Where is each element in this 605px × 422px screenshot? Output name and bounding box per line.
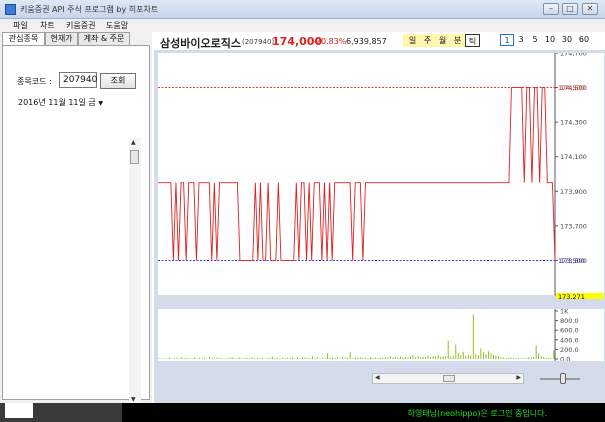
- close-icon: ✕: [586, 4, 594, 13]
- period-tick-button[interactable]: 틱: [465, 34, 480, 47]
- zoom-slider[interactable]: [540, 373, 580, 384]
- login-status-text: 하영태님(neohippo)은 로그인 중입니다.: [407, 409, 547, 418]
- minimize-icon: –: [549, 4, 553, 13]
- price-chart[interactable]: 174,700 174,500 174,300 174,100 173,900 173,7…: [158, 53, 604, 299]
- menu-help[interactable]: 도움말: [106, 20, 128, 31]
- chart-area: 삼성바이오로직스 (207940) 174,000 -20.83% 6,939,…: [152, 32, 605, 403]
- upper-level-label: 174,500: [558, 84, 585, 92]
- volume-tick-label: 1K: [560, 309, 569, 316]
- volume-tick-label: 400.0: [560, 336, 579, 344]
- stock-change: -20.83%: [313, 37, 347, 46]
- menu-bar: 파일 차트 키움증권 도움말: [0, 19, 605, 32]
- title-bar: 키움증권 API 주식 프로그램 by 히포차트 – □ ✕: [0, 0, 605, 19]
- period-month-button[interactable]: 월: [435, 34, 450, 47]
- vertical-scrollbar[interactable]: ▲ ▼: [129, 138, 141, 404]
- tick-30-button[interactable]: 30: [559, 34, 575, 46]
- scroll-left-icon[interactable]: ◀: [375, 374, 380, 381]
- stock-volume: 6,939,857: [346, 37, 387, 46]
- scroll-thumb[interactable]: [443, 375, 455, 382]
- stock-code-label: 종목코드 :: [17, 77, 52, 86]
- volume-tick-label: 800.0: [560, 317, 579, 325]
- close-button[interactable]: ✕: [582, 3, 598, 15]
- stock-code-input[interactable]: 207940: [59, 72, 97, 88]
- menu-chart[interactable]: 차트: [40, 20, 55, 31]
- period-selector: 일 주 월 분 틱: [403, 34, 480, 47]
- tick-5-button[interactable]: 5: [528, 34, 542, 46]
- maximize-button[interactable]: □: [562, 3, 578, 15]
- price-plot-background: [158, 53, 555, 295]
- dropdown-arrow-icon: ▼: [98, 100, 103, 107]
- window-title: 키움증권 API 주식 프로그램 by 히포차트: [20, 5, 159, 14]
- date-value: 2016년 11월 11일 금: [18, 98, 96, 107]
- tick-3-button[interactable]: 3: [514, 34, 528, 46]
- menu-file[interactable]: 파일: [13, 20, 28, 31]
- tab-watchlist[interactable]: 관심종목: [2, 32, 45, 46]
- search-button[interactable]: 조회: [100, 73, 136, 89]
- volume-tick-label: 200.0: [560, 346, 579, 354]
- stock-name: 삼성바이오로직스: [160, 37, 241, 50]
- horizontal-scrollbar[interactable]: ◀ ▶: [372, 373, 524, 384]
- period-week-button[interactable]: 주: [420, 34, 435, 47]
- menu-kiwoom[interactable]: 키움증권: [66, 20, 95, 31]
- period-minute-button[interactable]: 분: [450, 34, 465, 47]
- minimize-button[interactable]: –: [543, 3, 559, 15]
- lower-level-label: 173,500: [558, 257, 585, 265]
- price-tick-label: 173,900: [560, 188, 587, 196]
- volume-chart[interactable]: 1K800.0 600.0400.0 200.0 0.0: [158, 309, 604, 361]
- app-icon: [5, 4, 16, 15]
- volume-background: [158, 309, 604, 361]
- scroll-down-icon[interactable]: ▼: [131, 396, 136, 403]
- price-tick-label: 174,300: [560, 119, 587, 127]
- tick-10-button[interactable]: 10: [542, 34, 558, 46]
- date-picker[interactable]: 2016년 11월 11일 금 ▼: [18, 96, 103, 110]
- price-tick-label: 174,100: [560, 153, 587, 161]
- status-left-panel: [0, 403, 122, 422]
- status-bar: 하영태님(neohippo)은 로그인 중입니다.: [0, 403, 605, 422]
- zoom-thumb[interactable]: [560, 373, 566, 384]
- chart-frame: 174,700 174,500 174,300 174,100 173,900 173,7…: [154, 50, 605, 403]
- current-value-label: 173,271: [558, 293, 585, 299]
- volume-tick-label: 0.0: [560, 356, 570, 362]
- tab-account-order[interactable]: 계좌 & 주문: [78, 32, 130, 45]
- stock-code: (207940): [242, 38, 275, 46]
- tab-current-price[interactable]: 현재가: [45, 32, 78, 45]
- scroll-up-icon[interactable]: ▲: [131, 139, 136, 146]
- price-tick-label: 173,700: [560, 222, 587, 230]
- scroll-right-icon[interactable]: ▶: [516, 374, 521, 381]
- maximize-icon: □: [566, 4, 574, 13]
- scroll-thumb[interactable]: [130, 150, 139, 164]
- volume-tick-label: 600.0: [560, 327, 579, 335]
- left-panel: 관심종목 현재가 계좌 & 주문 종목코드 : 207940 조회 2016년 …: [0, 32, 152, 404]
- watchlist-page: 종목코드 : 207940 조회 2016년 11월 11일 금 ▼ ▲ ▼: [2, 45, 150, 404]
- period-day-button[interactable]: 일: [405, 34, 420, 47]
- status-left-box: [5, 403, 33, 418]
- price-tick-label: 174,700: [560, 53, 587, 58]
- tick-1-button[interactable]: 1: [500, 34, 514, 46]
- tick-60-button[interactable]: 60: [576, 34, 592, 46]
